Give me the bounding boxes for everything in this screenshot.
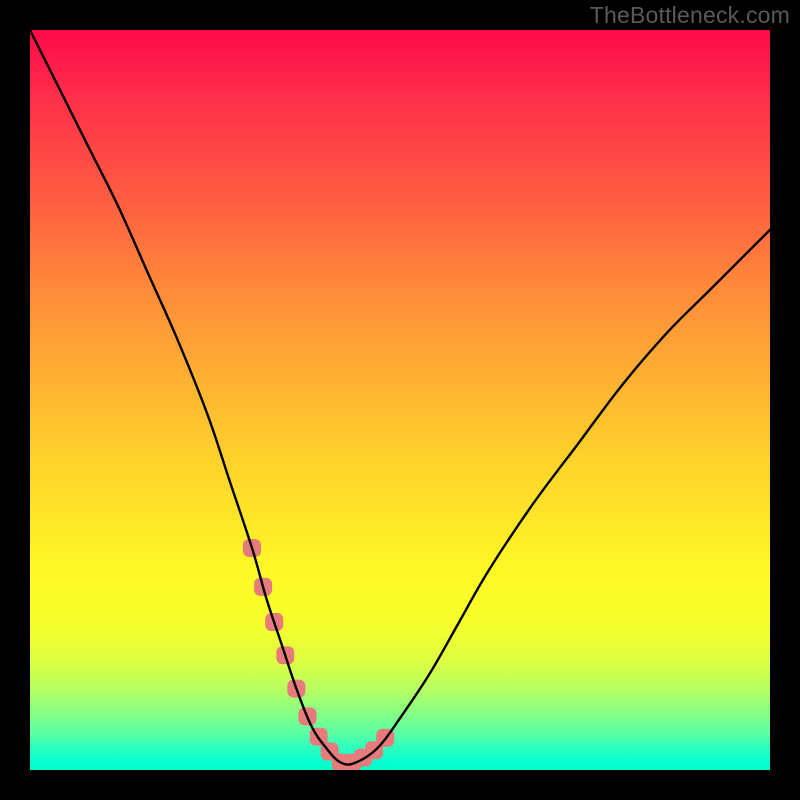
markers-group	[243, 539, 394, 770]
plot-area	[30, 30, 770, 770]
curve-path	[30, 30, 770, 765]
chart-frame: TheBottleneck.com	[0, 0, 800, 800]
watermark-text: TheBottleneck.com	[590, 2, 790, 29]
curve-layer	[30, 30, 770, 770]
